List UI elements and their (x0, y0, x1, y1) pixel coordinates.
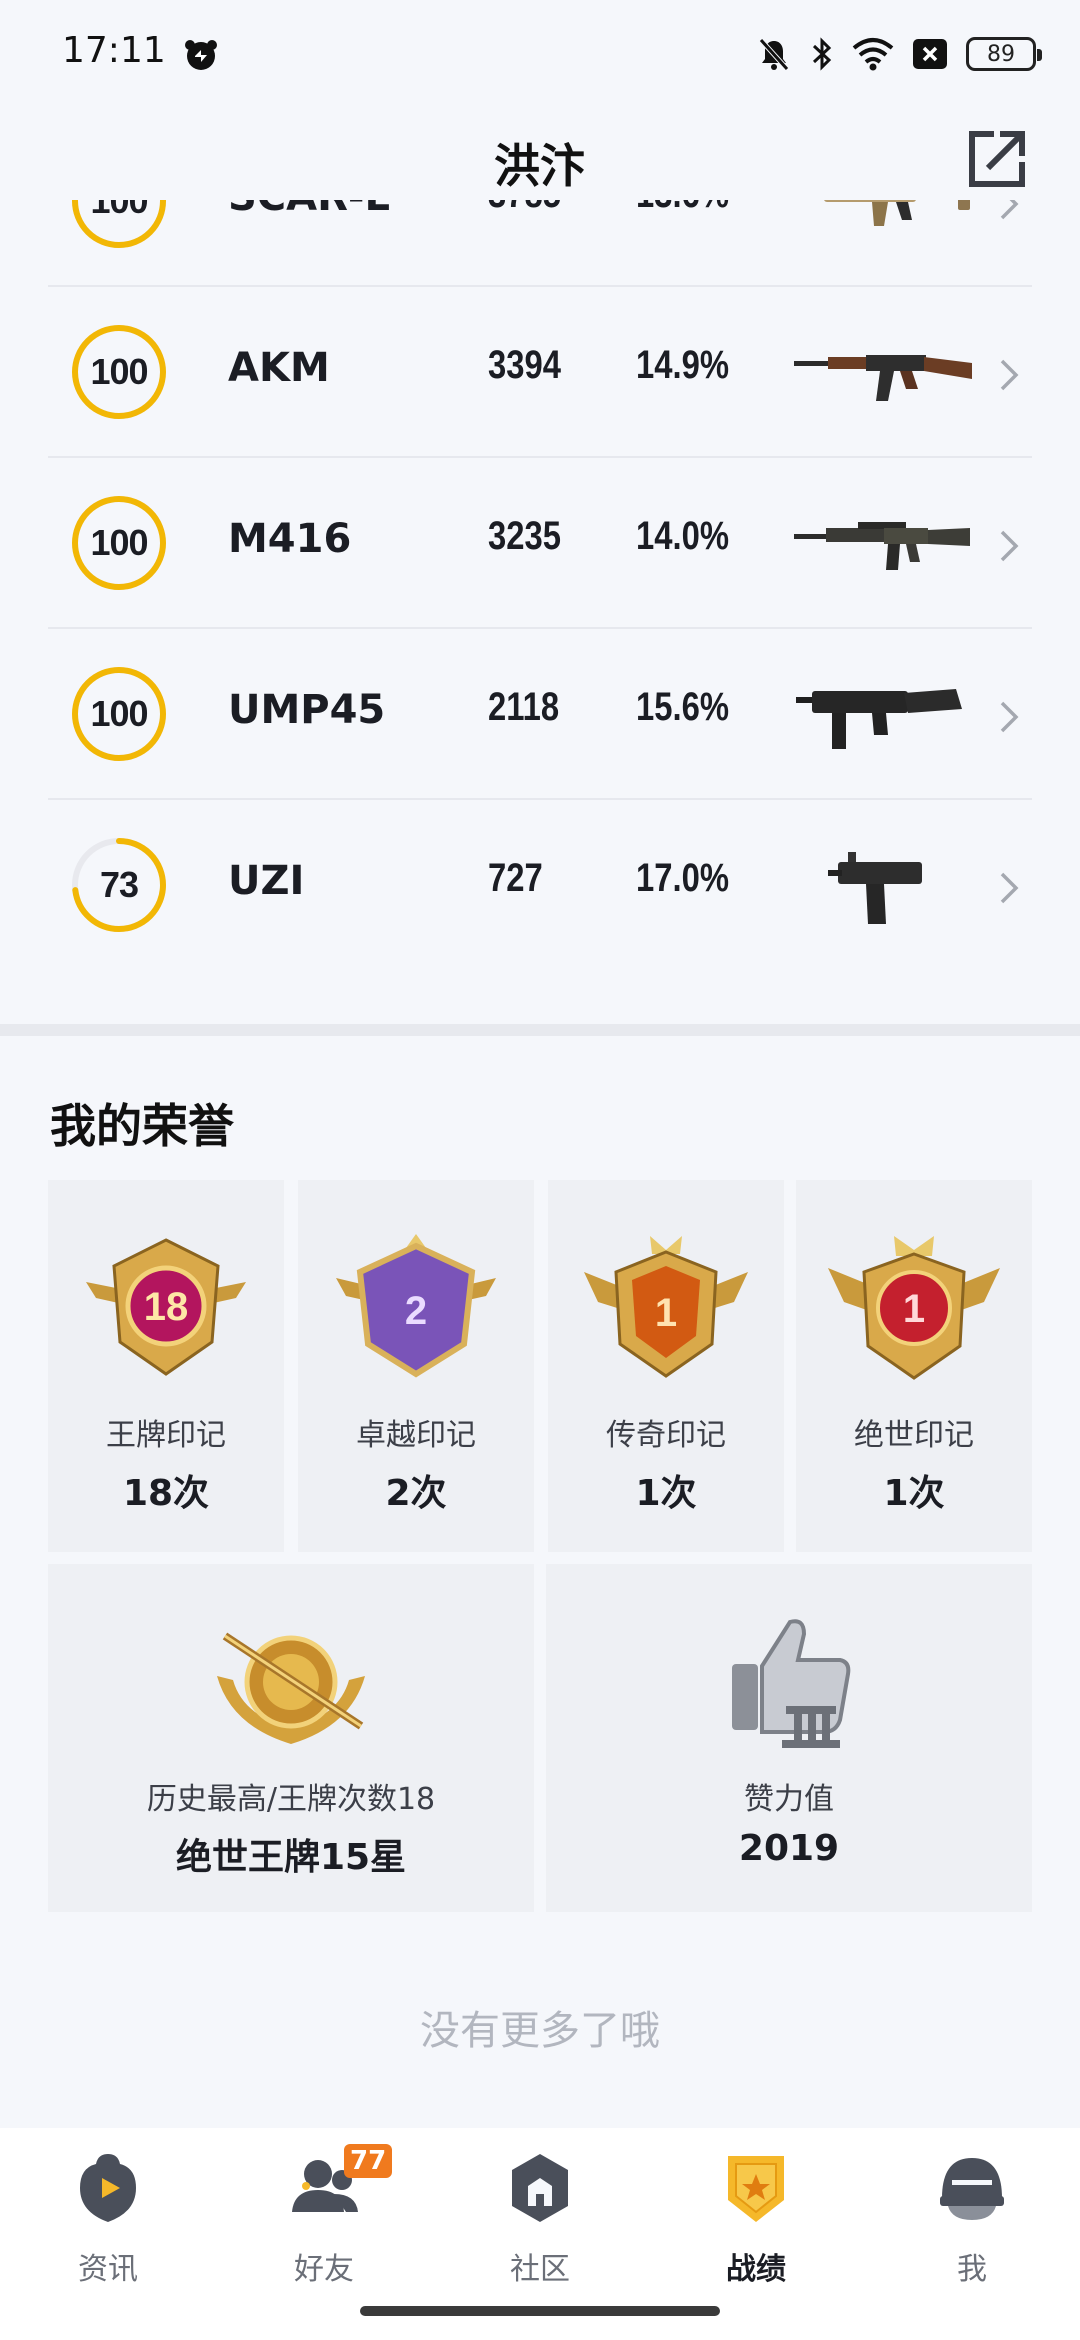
nav-item-record[interactable]: 战绩 (648, 2144, 864, 2294)
battery-indicator: 89 (966, 37, 1042, 71)
weapon-rate: 13.6% (636, 200, 729, 217)
weapon-row[interactable]: 73 UZI 727 17.0% (48, 800, 1032, 971)
nav-label: 战绩 (726, 2252, 786, 2287)
weapon-rate: 17.0% (636, 856, 730, 900)
nav-label: 资讯 (78, 2252, 138, 2287)
weapon-name: SCAR-L (228, 200, 390, 220)
m416-rifle-image (794, 522, 970, 570)
honor-value: 1次 (635, 1473, 697, 1514)
honor-value: 1次 (883, 1473, 945, 1514)
weapon-score: 100 (90, 693, 148, 734)
svg-text:2: 2 (405, 1289, 427, 1333)
wifi-icon (852, 38, 894, 71)
ace-mark-badge-icon: 18 (86, 1238, 246, 1376)
weapon-kills: 3785 (488, 200, 561, 217)
status-time: 17:11 (62, 30, 166, 71)
honor-label: 王牌印记 (106, 1418, 226, 1453)
weapon-name: UMP45 (228, 687, 386, 733)
record-icon (728, 2156, 784, 2222)
weapon-rate: 14.0% (636, 514, 730, 558)
weapon-kills: 3235 (488, 514, 561, 558)
svg-text:1: 1 (903, 1287, 925, 1331)
weapon-list: 100 SCAR-L 3785 13.6% 100 AKM 3394 14.9% (48, 200, 1032, 1026)
thumbs-up-icon (732, 1619, 851, 1748)
sim-disabled-icon (913, 39, 947, 69)
weapon-rate: 14.9% (636, 343, 730, 387)
honor-value: 2019 (738, 1828, 840, 1869)
honor-value: 18次 (122, 1473, 210, 1514)
community-icon (512, 2154, 568, 2222)
share-icon[interactable] (964, 126, 1030, 192)
weapon-kills: 2118 (488, 685, 560, 729)
weapon-score: 100 (90, 351, 148, 392)
excellence-mark-badge-icon: 2 (336, 1234, 496, 1378)
honor-card-likes[interactable]: 赞力值 2019 (546, 1564, 1032, 1912)
weapon-row[interactable]: 100 UMP45 2118 15.6% (48, 629, 1032, 800)
nav-item-news[interactable]: 资讯 (0, 2144, 216, 2294)
weapon-rate: 15.6% (636, 685, 730, 729)
news-icon (80, 2154, 136, 2222)
section-divider (0, 1024, 1080, 1036)
honor-label: 赞力值 (744, 1782, 834, 1817)
status-bar: 17:11 89 (0, 0, 1080, 112)
weapon-kills: 3394 (488, 343, 561, 387)
svg-text:18: 18 (144, 1285, 189, 1329)
me-icon (940, 2158, 1004, 2220)
honor-label: 历史最高/王牌次数18 (146, 1782, 436, 1817)
honor-card-excellence-mark[interactable]: 2 卓越印记 2次 (298, 1180, 534, 1552)
uzi-smg-image (828, 852, 922, 924)
honor-value: 绝世王牌15星 (175, 1837, 407, 1878)
weapon-score: 100 (90, 522, 148, 563)
nav-item-community[interactable]: 社区 (432, 2144, 648, 2294)
friends-badge: 77 (344, 2144, 393, 2178)
nav-label: 我 (957, 2252, 987, 2287)
bluetooth-icon (812, 37, 832, 71)
weapon-score: 73 (99, 864, 139, 905)
nav-label: 社区 (510, 2252, 570, 2287)
chevron-right-icon[interactable] (998, 699, 1020, 735)
honor-label: 绝世印记 (854, 1418, 974, 1453)
honor-label: 传奇印记 (606, 1418, 726, 1453)
mute-bell-icon (759, 38, 789, 71)
honor-value: 2次 (385, 1473, 447, 1514)
honor-card-legend-mark[interactable]: 1 传奇印记 1次 (548, 1180, 784, 1552)
svg-text:1: 1 (655, 1291, 677, 1335)
page-title: 洪汴 (494, 139, 586, 193)
weapon-row[interactable]: 100 SCAR-L 3785 13.6% (48, 200, 1032, 287)
nav-item-me[interactable]: 我 (864, 2144, 1080, 2294)
chevron-right-icon[interactable] (998, 357, 1020, 393)
nav-item-friends[interactable]: 77 好友 (216, 2144, 432, 2294)
honor-card-ace-mark[interactable]: 18 王牌印记 18次 (48, 1180, 284, 1552)
rank-badge-icon (217, 1632, 365, 1744)
chevron-right-icon[interactable] (998, 528, 1020, 564)
peerless-mark-badge-icon: 1 (828, 1236, 1000, 1380)
akm-rifle-image (794, 355, 972, 401)
weapon-name: UZI (228, 858, 305, 904)
chevron-right-icon[interactable] (998, 200, 1020, 222)
scar-l-rifle-image (824, 200, 970, 226)
weapon-name: M416 (228, 516, 352, 562)
home-indicator[interactable] (360, 2306, 720, 2316)
weapon-row[interactable]: 100 M416 3235 14.0% (48, 458, 1032, 629)
status-icons: 89 (756, 34, 1042, 74)
honor-card-peerless-mark[interactable]: 1 绝世印记 1次 (796, 1180, 1032, 1552)
nav-label: 好友 (294, 2252, 354, 2287)
battery-level: 89 (987, 41, 1015, 67)
chevron-right-icon[interactable] (998, 870, 1020, 906)
honor-card-history-best[interactable]: 历史最高/王牌次数18 绝世王牌15星 (48, 1564, 534, 1912)
weapon-kills: 727 (488, 856, 543, 900)
ump45-smg-image (796, 689, 962, 749)
honor-section-title: 我的荣誉 (50, 1099, 234, 1153)
honor-label: 卓越印记 (356, 1418, 476, 1453)
legend-mark-badge-icon: 1 (584, 1236, 748, 1378)
weapon-name: AKM (228, 345, 330, 391)
no-more-text: 没有更多了哦 (420, 2008, 660, 2054)
weapon-score: 100 (90, 200, 148, 221)
weapon-row[interactable]: 100 AKM 3394 14.9% (48, 287, 1032, 458)
app-notification-icon (185, 40, 217, 70)
